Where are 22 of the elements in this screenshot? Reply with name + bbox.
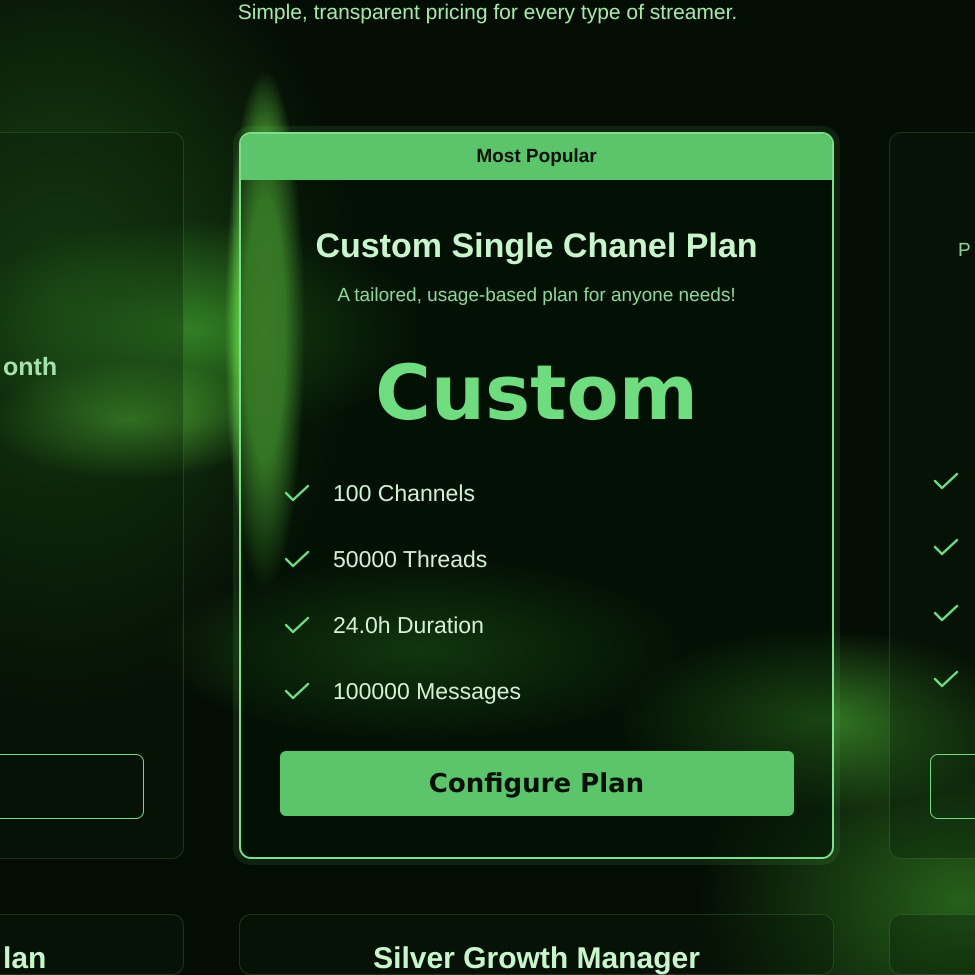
configure-plan-button[interactable]: Configure Plan (280, 751, 794, 816)
popular-badge: Most Popular (241, 134, 832, 180)
plan-description: A tailored, usage-based plan for anyone needs! (337, 284, 736, 308)
feature-text: 50000 Threads (333, 546, 488, 572)
plan-title: Silver Growth Manager (372, 943, 701, 975)
feature-text: 100 Channels (333, 480, 475, 506)
check-icon (284, 483, 310, 503)
check-icon (933, 471, 959, 491)
plan-price: Custom (375, 348, 698, 438)
check-icon (284, 615, 310, 635)
subtitle: Simple, transparent pricing for every type of streamer. (236, 0, 738, 26)
check-icon (284, 681, 310, 701)
plan-title: lan (3, 943, 48, 975)
plan-description: P (958, 239, 972, 263)
feature-text: 24.0h Duration (333, 612, 484, 638)
feature-text: 100000 Messages (333, 678, 521, 704)
check-icon (933, 603, 959, 623)
check-icon (933, 537, 959, 557)
plan-title: Custom Single Chanel Plan (315, 226, 758, 266)
check-icon (284, 549, 310, 569)
price-text: onth (3, 352, 58, 382)
check-icon (933, 669, 959, 689)
